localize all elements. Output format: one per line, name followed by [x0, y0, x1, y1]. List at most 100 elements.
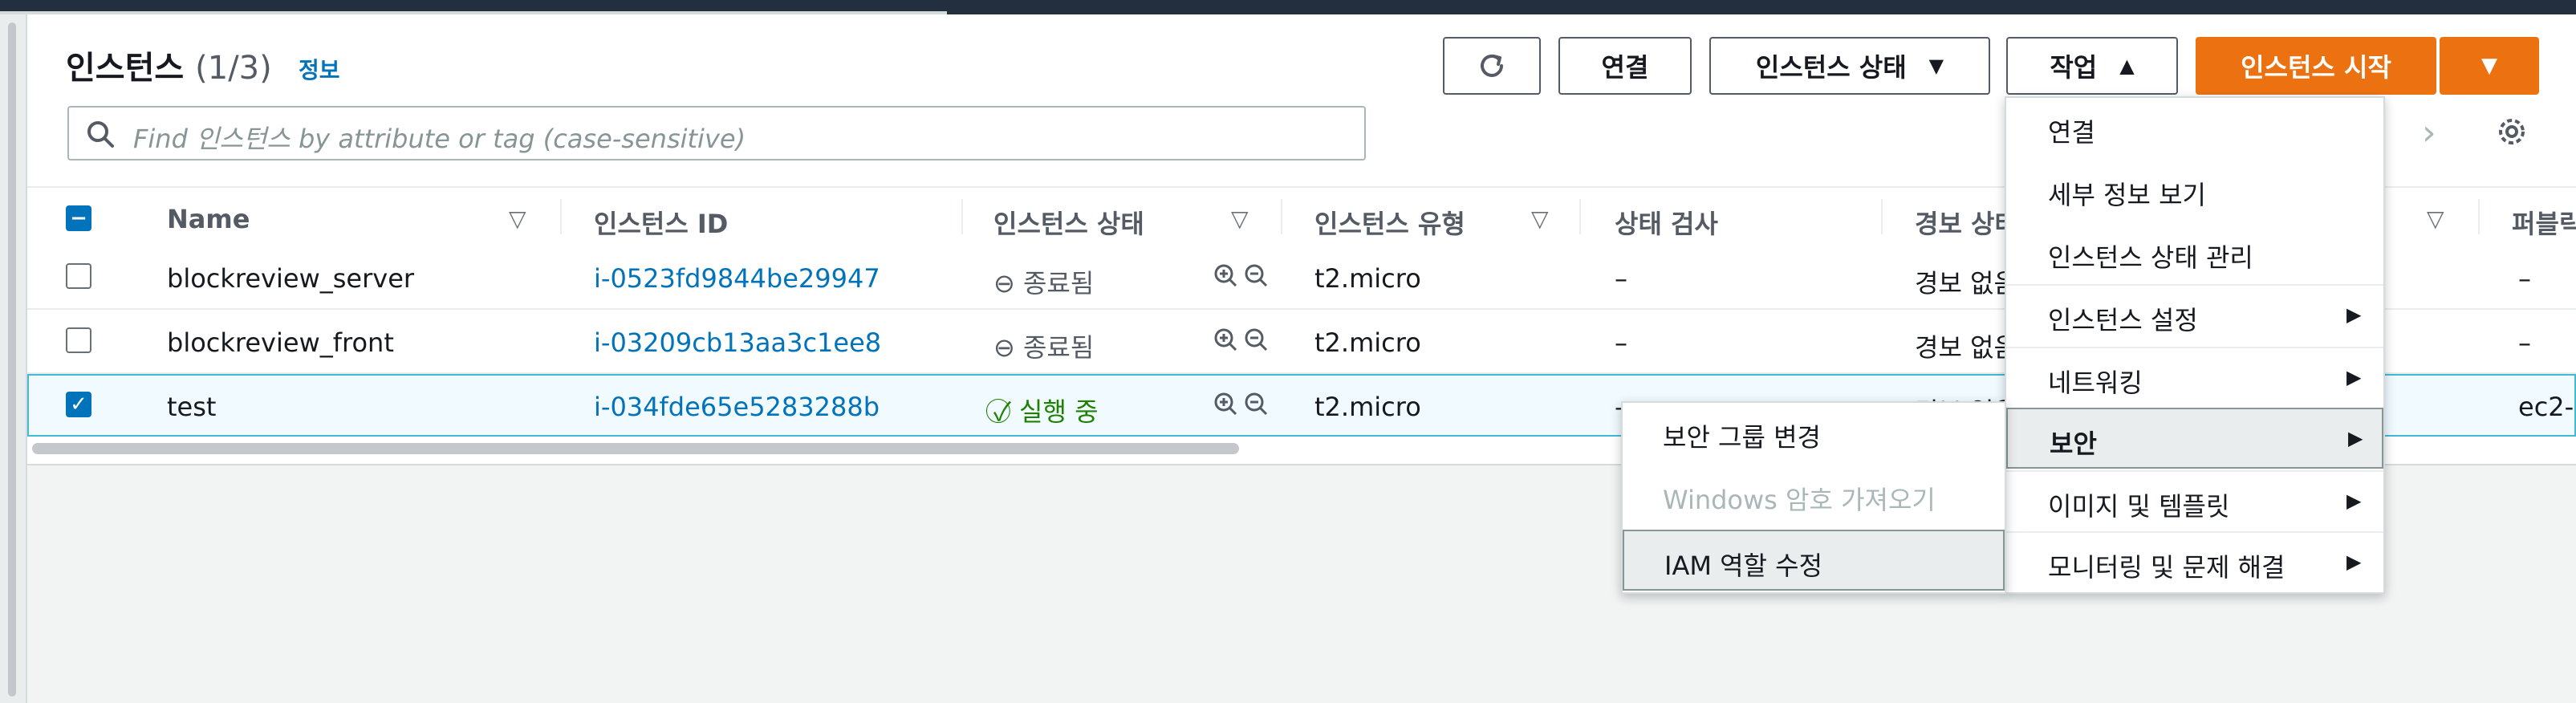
search-input[interactable]: Find 인스턴스 by attribute or tag (case-sens…	[67, 106, 1366, 161]
column-divider	[1281, 199, 1282, 234]
caret-down-icon: ▼	[2481, 54, 2497, 78]
submenu-arrow-icon: ▶	[2346, 490, 2362, 512]
gear-icon[interactable]	[2494, 114, 2529, 152]
actions-label: 작업	[2050, 52, 2098, 83]
instance-state-label: 인스턴스 상태	[1755, 52, 1907, 83]
sort-icon[interactable]: ▽	[1231, 205, 1249, 232]
refresh-button[interactable]	[1443, 37, 1541, 95]
sort-icon[interactable]: ▽	[509, 205, 526, 232]
submenu-arrow-icon: ▶	[2346, 366, 2362, 388]
column-status-check[interactable]: 상태 검사	[1615, 204, 1718, 241]
instance-id-link[interactable]: i-03209cb13aa3c1ee8	[594, 327, 881, 358]
alarm-status: 경보 없음	[1915, 268, 2017, 299]
side-panel-scrollbar[interactable]	[0, 14, 27, 703]
horizontal-scrollbar[interactable]	[32, 443, 1239, 454]
submenu-arrow-icon: ▶	[2346, 551, 2362, 573]
row-checkbox-checked[interactable]: ✓	[66, 392, 91, 417]
instance-state: ⊖ 종료됨	[993, 263, 1094, 300]
stopped-icon: ⊖	[993, 268, 1015, 299]
instance-state: ⊖ 종료됨	[993, 327, 1094, 364]
menu-item-monitoring[interactable]: 모니터링 및 문제 해결 ▶	[2006, 531, 2383, 592]
submenu-item-get-windows-password: Windows 암호 가져오기	[1623, 465, 2005, 526]
launch-instance-button[interactable]: 인스턴스 시작	[2196, 37, 2436, 95]
instance-id-link[interactable]: i-034fde65e5283288b	[594, 392, 880, 422]
instance-state: ✓⃝ 실행 중	[993, 392, 1099, 429]
menu-item-instance-settings[interactable]: 인스턴스 설정 ▶	[2006, 284, 2383, 345]
sort-icon[interactable]: ▽	[1531, 205, 1549, 232]
instance-name: blockreview_server	[167, 263, 415, 294]
column-instance-id[interactable]: 인스턴스 ID	[594, 204, 728, 241]
caret-up-icon: ▲	[2119, 55, 2135, 77]
menu-item-label: 세부 정보 보기	[2048, 180, 2206, 210]
connect-button[interactable]: 연결	[1558, 37, 1692, 95]
status-check: –	[1615, 263, 1627, 294]
info-link[interactable]: 정보	[299, 53, 340, 85]
menu-item-label: 모니터링 및 문제 해결	[2048, 552, 2285, 583]
menu-item-label: 인스턴스 상태 관리	[2048, 242, 2253, 273]
menu-item-label: 네트워킹	[2048, 368, 2143, 398]
submenu-arrow-icon: ▶	[2348, 427, 2363, 449]
row-checkbox[interactable]	[66, 263, 91, 289]
next-page-icon[interactable]: ›	[2422, 112, 2436, 153]
menu-item-networking[interactable]: 네트워킹 ▶	[2006, 347, 2383, 408]
instance-id-link[interactable]: i-0523fd9844be29947	[594, 263, 880, 294]
column-divider	[961, 199, 963, 234]
sort-icon[interactable]: ▽	[2427, 205, 2444, 232]
menu-item-view-details[interactable]: 세부 정보 보기	[2006, 161, 2383, 221]
menu-item-image-templates[interactable]: 이미지 및 템플릿 ▶	[2006, 470, 2383, 531]
menu-item-label: 연결	[2048, 117, 2095, 148]
zoom-filter-icons[interactable]	[1212, 262, 1276, 297]
select-all-checkbox[interactable]: −	[66, 205, 91, 231]
page-title: 인스턴스 (1/3)	[66, 42, 272, 88]
page-title-text: 인스턴스	[66, 50, 185, 87]
menu-item-manage-state[interactable]: 인스턴스 상태 관리	[2006, 223, 2383, 284]
menu-item-label: 보안	[2050, 429, 2097, 459]
column-name[interactable]: Name	[167, 204, 250, 234]
instance-name: test	[167, 392, 217, 422]
zoom-filter-icons[interactable]	[1212, 390, 1276, 425]
search-placeholder: Find 인스턴스 by attribute or tag (case-sens…	[133, 124, 746, 154]
menu-item-security[interactable]: 보안 ▶	[2006, 408, 2383, 469]
launch-instance-label: 인스턴스 시작	[2241, 52, 2391, 83]
instance-name: blockreview_front	[167, 327, 394, 358]
column-divider	[1579, 199, 1581, 234]
submenu-item-change-security-groups[interactable]: 보안 그룹 변경	[1623, 403, 2005, 464]
zoom-filter-icons[interactable]	[1212, 326, 1276, 361]
column-public[interactable]: 퍼블릭	[2512, 204, 2576, 241]
submenu-arrow-icon: ▶	[2346, 303, 2362, 326]
column-divider	[2478, 199, 2480, 234]
menu-item-label: 인스턴스 설정	[2048, 305, 2198, 335]
column-alarm-status[interactable]: 경보 상태	[1915, 204, 2018, 241]
column-instance-state[interactable]: 인스턴스 상태	[993, 204, 1144, 241]
submenu-item-label: IAM 역할 수정	[1664, 551, 1823, 581]
instance-type: t2.micro	[1314, 327, 1421, 358]
scroll-track[interactable]	[8, 22, 16, 697]
stopped-icon: ⊖	[993, 332, 1015, 363]
alarm-status: 경보 없음	[1915, 332, 2017, 363]
submenu-item-label: Windows 암호 가져오기	[1663, 485, 1936, 515]
actions-menu: 연결 세부 정보 보기 인스턴스 상태 관리 인스턴스 설정 ▶ 네트워킹 ▶ …	[2005, 96, 2385, 594]
running-check-icon: ✓⃝	[993, 396, 1011, 427]
security-submenu: 보안 그룹 변경 Windows 암호 가져오기 IAM 역할 수정	[1621, 401, 2006, 594]
instance-type: t2.micro	[1314, 263, 1421, 294]
submenu-item-modify-iam-role[interactable]: IAM 역할 수정	[1623, 530, 2005, 591]
instance-type: t2.micro	[1314, 392, 1421, 422]
instance-state-button[interactable]: 인스턴스 상태 ▼	[1709, 37, 1990, 95]
launch-options-dropdown[interactable]: ▼	[2440, 37, 2539, 95]
caret-down-icon: ▼	[1928, 55, 1944, 77]
column-divider	[1881, 199, 1883, 234]
menu-item-connect[interactable]: 연결	[2006, 98, 2383, 159]
search-icon	[87, 121, 114, 148]
actions-button[interactable]: 작업 ▲	[2006, 37, 2178, 95]
selection-count: (1/3)	[195, 50, 272, 87]
public-dns: –	[2518, 263, 2531, 294]
instance-state-text: 종료됨	[1022, 332, 1095, 363]
public-dns: –	[2518, 327, 2531, 358]
public-dns: ec2-	[2518, 392, 2574, 422]
row-checkbox[interactable]	[66, 327, 91, 353]
column-instance-type[interactable]: 인스턴스 유형	[1314, 204, 1465, 241]
submenu-item-label: 보안 그룹 변경	[1663, 422, 1821, 453]
instance-state-text: 실행 중	[1019, 396, 1099, 427]
column-divider	[560, 199, 562, 234]
menu-item-label: 이미지 및 템플릿	[2048, 491, 2230, 522]
